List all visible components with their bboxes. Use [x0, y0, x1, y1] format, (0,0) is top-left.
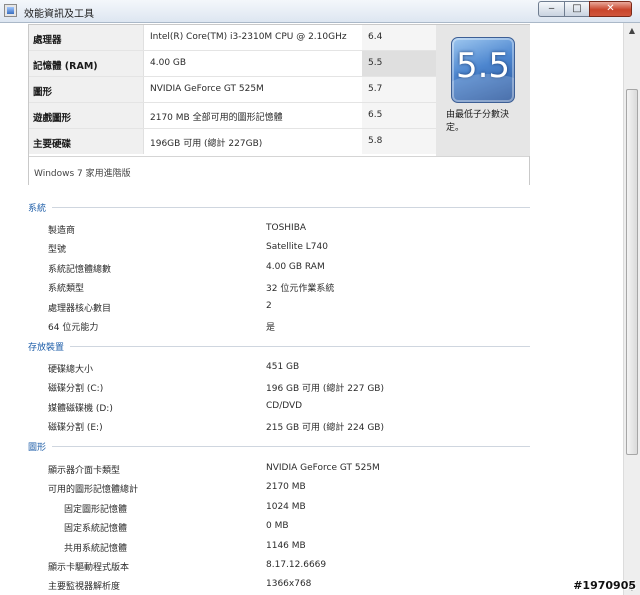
info-label: 系統記憶體總數: [48, 265, 112, 275]
info-label: 顯示器介面卡類型: [48, 466, 121, 476]
info-row: 顯示卡驅動程式版本 8.17.12.6669: [0, 557, 620, 576]
info-value: CD/DVD: [266, 401, 303, 411]
info-value: 0 MB: [266, 521, 289, 531]
maximize-button[interactable]: □: [564, 1, 589, 17]
info-label: 硬碟總大小: [48, 365, 94, 375]
info-row: 製造商 TOSHIBA: [0, 220, 620, 239]
info-row: 顯示器介面卡類型 NVIDIA GeForce GT 525M: [0, 460, 620, 479]
info-value: 1366x768: [266, 579, 312, 589]
info-value: 451 GB: [266, 362, 300, 372]
subscore-value: 5.7: [368, 84, 383, 94]
info-value: 2: [266, 301, 272, 311]
section-system: 系統: [28, 201, 530, 214]
info-label: 磁碟分割 (C:): [48, 384, 104, 394]
close-button[interactable]: ✕: [589, 1, 632, 17]
window-title-bar[interactable]: 效能資訊及工具 ‒ □ ✕: [0, 0, 640, 23]
section-divider: [28, 207, 530, 208]
info-label: 型號: [48, 245, 67, 255]
component-detail: 196GB 可用 (總計 227GB): [150, 139, 263, 149]
info-label: 固定圖形記憶體: [64, 505, 128, 515]
info-value: Satellite L740: [266, 242, 328, 252]
component-detail: Intel(R) Core(TM) i3-2310M CPU @ 2.10GHz: [150, 32, 347, 42]
watermark-id: #1970905: [573, 579, 636, 592]
component-label: 主要硬碟: [33, 139, 72, 150]
info-row: 處理器核心數目 2: [0, 298, 620, 317]
score-row-hard-disk: 主要硬碟 196GB 可用 (總計 227GB) 5.8: [29, 129, 437, 154]
info-value: 8.17.12.6669: [266, 560, 327, 570]
info-value: NVIDIA GeForce GT 525M: [266, 463, 380, 473]
score-row-memory: 記憶體 (RAM) 4.00 GB 5.5: [29, 51, 437, 77]
subscore-value: 6.5: [368, 110, 383, 120]
info-value: 196 GB 可用 (總計 227 GB): [266, 384, 384, 394]
section-divider: [28, 446, 530, 447]
section-graphics-heading: 圖形: [28, 440, 53, 453]
info-row: 系統類型 32 位元作業系統: [0, 278, 620, 297]
info-label: 64 位元能力: [48, 323, 99, 333]
subscore-value: 5.5: [368, 58, 383, 68]
info-label: 顯示卡驅動程式版本: [48, 563, 130, 573]
info-label: 可用的圖形記憶體總計: [48, 485, 139, 495]
info-label: 製造商: [48, 226, 76, 236]
section-divider: [28, 346, 530, 347]
info-row: 共用系統記憶體 1146 MB: [0, 538, 620, 557]
info-value: 32 位元作業系統: [266, 284, 335, 294]
info-row: 磁碟分割 (C:) 196 GB 可用 (總計 227 GB): [0, 378, 620, 397]
info-label: 共用系統記憶體: [64, 544, 128, 554]
section-storage-heading: 存放裝置: [28, 340, 71, 353]
minimize-button[interactable]: ‒: [538, 1, 564, 17]
info-row: 64 位元能力 是: [0, 317, 620, 336]
info-value: 2170 MB: [266, 482, 306, 492]
info-value: TOSHIBA: [266, 223, 307, 233]
info-label: 固定系統記憶體: [64, 524, 128, 534]
score-row-graphics: 圖形 NVIDIA GeForce GT 525M 5.7: [29, 77, 437, 103]
info-row: 硬碟總大小 451 GB: [0, 359, 620, 378]
component-detail: 2170 MB 全部可用的圖形記憶體: [150, 113, 283, 123]
base-score-badge: 5.5: [451, 37, 515, 103]
info-value: 1024 MB: [266, 502, 306, 512]
component-label: 記憶體 (RAM): [33, 61, 98, 72]
app-icon: [4, 4, 17, 17]
info-row: 固定圖形記憶體 1024 MB: [0, 499, 620, 518]
component-detail: NVIDIA GeForce GT 525M: [150, 84, 264, 94]
section-graphics: 圖形: [28, 440, 530, 453]
info-row: 型號 Satellite L740: [0, 239, 620, 258]
base-score-caption: 由最低子分數決定。: [446, 110, 510, 133]
scrollbar-thumb[interactable]: [626, 89, 638, 455]
window-title: 效能資訊及工具: [24, 9, 94, 20]
section-storage: 存放裝置: [28, 340, 530, 353]
experience-index-card: 處理器 Intel(R) Core(TM) i3-2310M CPU @ 2.1…: [28, 24, 530, 186]
info-label: 主要監視器解析度: [48, 582, 121, 592]
info-row: 系統記憶體總數 4.00 GB RAM: [0, 259, 620, 278]
component-detail: 4.00 GB: [150, 58, 187, 68]
info-row: 磁碟分割 (E:) 215 GB 可用 (總計 224 GB): [0, 417, 620, 436]
info-value: 是: [266, 323, 276, 333]
info-value: 4.00 GB RAM: [266, 262, 325, 272]
scroll-up-arrow-icon[interactable]: ▲: [625, 23, 639, 38]
subscore-value: 5.8: [368, 136, 383, 146]
info-row: 媒體磁碟機 (D:) CD/DVD: [0, 398, 620, 417]
component-label: 處理器: [33, 35, 62, 46]
info-label: 系統類型: [48, 284, 85, 294]
info-row: 主要監視器解析度 1366x768: [0, 576, 620, 595]
subscore-value: 6.4: [368, 32, 383, 42]
base-score-value: 5.5: [455, 46, 511, 86]
windows-edition-label: Windows 7 家用進階版: [34, 169, 131, 179]
component-label: 遊戲圖形: [33, 113, 72, 124]
vertical-scrollbar[interactable]: ▲ ▼: [623, 23, 640, 595]
info-row: 可用的圖形記憶體總計 2170 MB: [0, 479, 620, 498]
base-score-panel: 5.5 由最低子分數決定。: [436, 25, 530, 156]
component-label: 圖形: [33, 87, 53, 98]
score-row-processor: 處理器 Intel(R) Core(TM) i3-2310M CPU @ 2.1…: [29, 25, 437, 51]
info-label: 媒體磁碟機 (D:): [48, 404, 113, 414]
info-label: 處理器核心數目: [48, 304, 112, 314]
info-value: 215 GB 可用 (總計 224 GB): [266, 423, 384, 433]
info-label: 磁碟分割 (E:): [48, 423, 103, 433]
window-controls: ‒ □ ✕: [538, 1, 632, 18]
windows-edition: Windows 7 家用進階版: [29, 156, 529, 186]
score-row-gaming-graphics: 遊戲圖形 2170 MB 全部可用的圖形記憶體 6.5: [29, 103, 437, 129]
info-row: 固定系統記憶體 0 MB: [0, 518, 620, 537]
section-system-heading: 系統: [28, 201, 53, 214]
info-value: 1146 MB: [266, 541, 306, 551]
